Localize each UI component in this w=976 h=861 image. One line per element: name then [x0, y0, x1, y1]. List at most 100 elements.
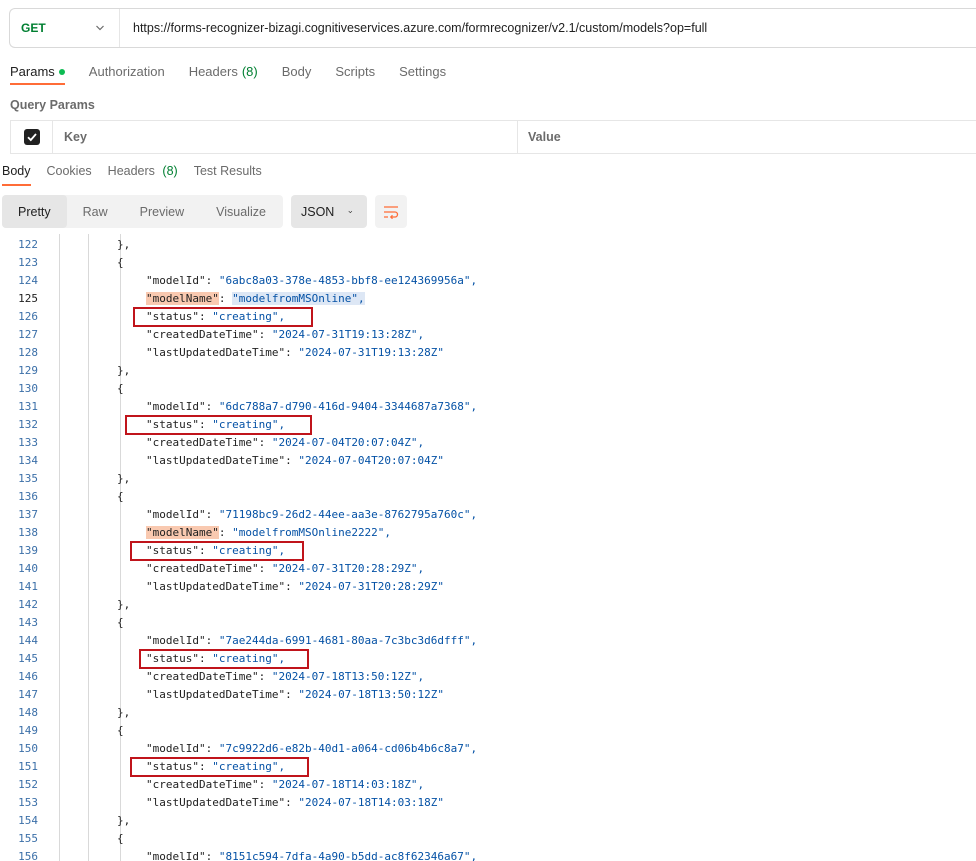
tab-params[interactable]: Params	[10, 64, 65, 86]
line-number: 146	[18, 670, 38, 683]
json-key: "modelId"	[146, 850, 206, 861]
line-number: 130	[18, 382, 38, 395]
tab-test-results-label: Test Results	[193, 164, 262, 178]
tab-scripts[interactable]: Scripts	[335, 64, 375, 86]
json-key: "lastUpdatedDateTime"	[146, 688, 286, 701]
chevron-down-icon	[348, 210, 353, 213]
wrap-lines-button[interactable]	[375, 195, 407, 228]
chevron-down-icon	[96, 25, 104, 31]
json-colon: :	[258, 778, 272, 791]
line-number: 148	[18, 706, 38, 719]
line-number: 144	[18, 634, 38, 647]
response-toolbar: Pretty Raw Preview Visualize JSON	[2, 195, 407, 228]
json-key: "createdDateTime"	[146, 562, 259, 575]
json-colon: :	[205, 742, 219, 755]
json-colon: :	[205, 274, 219, 287]
tab-test-results[interactable]: Test Results	[194, 164, 262, 188]
url-input[interactable]: https://forms-recognizer-bizagi.cognitiv…	[120, 21, 707, 35]
json-colon: :	[218, 526, 233, 539]
line-number: 126	[18, 310, 38, 323]
tab-headers[interactable]: Headers (8)	[189, 64, 258, 86]
line-number: 137	[18, 508, 38, 521]
json-value: "2024-07-18T14:03:18Z"	[298, 796, 445, 809]
tab-body[interactable]: Body	[282, 64, 312, 86]
request-tabs: Params Authorization Headers (8) Body Sc…	[10, 64, 470, 86]
line-number: 132	[18, 418, 38, 431]
json-key: "createdDateTime"	[146, 778, 259, 791]
json-colon: :	[218, 292, 233, 305]
indent-guide	[88, 234, 89, 861]
status-annotation-box	[133, 307, 313, 327]
query-params-table: Key Value	[10, 120, 976, 154]
select-all-checkbox[interactable]	[11, 121, 53, 153]
json-value: "modelfromMSOnline",	[232, 292, 365, 305]
raw-button[interactable]: Raw	[67, 195, 124, 228]
code-line: "lastUpdatedDateTime": "2024-07-04T20:07…	[146, 452, 444, 470]
json-value: "2024-07-31T20:28:29Z",	[271, 562, 425, 575]
json-key: "createdDateTime"	[146, 670, 259, 683]
json-value: "2024-07-31T20:28:29Z"	[298, 580, 445, 593]
json-key: "modelId"	[146, 742, 206, 755]
json-colon: :	[285, 454, 299, 467]
method-select[interactable]: GET	[10, 9, 120, 47]
params-active-dot	[58, 69, 65, 75]
preview-button[interactable]: Preview	[124, 195, 200, 228]
line-number: 151	[18, 760, 38, 773]
json-key: "lastUpdatedDateTime"	[146, 346, 286, 359]
line-number: 142	[18, 598, 38, 611]
response-body-editor[interactable]: 122}, 123 {124 "modelId": "6abc8a03-378e-48…	[0, 234, 976, 861]
line-number: 138	[18, 526, 38, 539]
json-key: "lastUpdatedDateTime"	[146, 454, 286, 467]
json-colon: :	[205, 400, 219, 413]
line-number: 129	[18, 364, 38, 377]
json-key: "modelName"	[146, 292, 219, 305]
code-line: "lastUpdatedDateTime": "2024-07-18T13:50…	[146, 686, 444, 704]
pretty-button[interactable]: Pretty	[2, 195, 67, 228]
json-key: "lastUpdatedDateTime"	[146, 796, 286, 809]
line-number: 133	[18, 436, 38, 449]
tab-authorization-label: Authorization	[88, 64, 165, 79]
key-column-header: Key	[53, 121, 518, 153]
status-annotation-box	[130, 541, 304, 561]
json-colon: :	[205, 634, 219, 647]
json-colon: :	[205, 850, 219, 861]
json-key: "createdDateTime"	[146, 436, 259, 449]
code-line: "modelId": "7ae244da-6991-4681-80aa-7c3b…	[146, 632, 477, 650]
line-number: 135	[18, 472, 38, 485]
line-number: 145	[18, 652, 38, 665]
line-number: 127	[18, 328, 38, 341]
visualize-button[interactable]: Visualize	[200, 195, 282, 228]
line-number: 122	[18, 238, 38, 251]
code-line: "modelId": "6abc8a03-378e-4853-bbf8-ee12…	[146, 272, 477, 290]
code-line: "modelId": "71198bc9-26d2-44ee-aa3e-8762…	[146, 506, 477, 524]
code-line: "lastUpdatedDateTime": "2024-07-31T20:28…	[146, 578, 444, 596]
indent-guide	[59, 234, 60, 861]
code-line: "createdDateTime": "2024-07-18T14:03:18Z…	[146, 776, 424, 794]
json-colon: :	[258, 670, 272, 683]
json-key: "modelId"	[146, 634, 206, 647]
code-line: "lastUpdatedDateTime": "2024-07-18T14:03…	[146, 794, 444, 812]
code-line: "modelId": "7c9922d6-e82b-40d1-a064-cd06…	[146, 740, 477, 758]
json-key: "modelId"	[146, 400, 206, 413]
json-colon: :	[285, 688, 299, 701]
tab-authorization[interactable]: Authorization	[89, 64, 165, 86]
tab-cookies[interactable]: Cookies	[47, 164, 92, 188]
headers-count: (8)	[241, 64, 258, 79]
line-number: 154	[18, 814, 38, 827]
tab-response-body[interactable]: Body	[2, 164, 31, 188]
status-annotation-box	[139, 649, 309, 669]
json-colon: :	[285, 580, 299, 593]
json-key: "createdDateTime"	[146, 328, 259, 341]
json-value: "71198bc9-26d2-44ee-aa3e-8762795a760c",	[218, 508, 478, 521]
line-number: 155	[18, 832, 38, 845]
json-key: "modelId"	[146, 274, 206, 287]
tab-settings[interactable]: Settings	[399, 64, 446, 86]
format-select[interactable]: JSON	[291, 195, 367, 228]
code-line: "lastUpdatedDateTime": "2024-07-31T19:13…	[146, 344, 444, 362]
tab-params-label: Params	[10, 64, 55, 79]
code-line: "createdDateTime": "2024-07-04T20:07:04Z…	[146, 434, 424, 452]
tab-response-headers[interactable]: Headers (8)	[108, 164, 178, 188]
line-number: 156	[18, 850, 38, 861]
tab-response-headers-label: Headers	[107, 164, 155, 178]
line-number: 125	[18, 292, 38, 305]
